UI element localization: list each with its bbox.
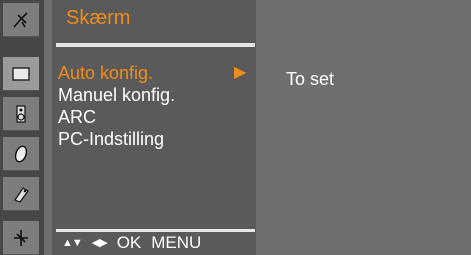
hint-text: To set (286, 69, 335, 89)
submenu-arrow-icon: ▶ (234, 64, 247, 81)
clock-icon[interactable] (3, 137, 39, 171)
menu-item-label: Auto konfig. (58, 63, 154, 83)
menu-label: MENU (151, 233, 202, 252)
category-icon-strip (0, 0, 44, 255)
options-icon[interactable] (3, 221, 39, 255)
menu-item-label: ARC (58, 107, 97, 127)
menu-item-auto-config[interactable]: Auto konfig. ▶ (52, 62, 256, 84)
tv-osd-menu: Skærm Auto konfig. ▶ Manuel konfig. ARC … (0, 0, 471, 255)
screen-icon[interactable] (3, 57, 39, 91)
menu-item-manual-config[interactable]: Manuel konfig. (52, 84, 256, 106)
menu-item-label: Manuel konfig. (58, 85, 176, 105)
speaker-icon[interactable] (3, 97, 39, 131)
menu-item-label: PC-Indstilling (58, 129, 165, 149)
footer-controls: ▲▼ ◀▶ OK MENU (62, 232, 201, 254)
menu-item-pc-settings[interactable]: PC-Indstilling (52, 128, 256, 150)
menu-list: Auto konfig. ▶ Manuel konfig. ARC PC-Ind… (52, 62, 256, 150)
menu-title: Skærm (66, 7, 131, 29)
title-divider (56, 43, 255, 47)
satellite-icon[interactable] (3, 3, 39, 37)
hint-panel (256, 0, 471, 255)
menu-item-arc[interactable]: ARC (52, 106, 256, 128)
ok-label: OK (116, 233, 142, 252)
tag-icon[interactable] (3, 177, 39, 211)
up-down-icon: ▲▼ (62, 237, 83, 249)
left-right-icon: ◀▶ (91, 237, 108, 249)
